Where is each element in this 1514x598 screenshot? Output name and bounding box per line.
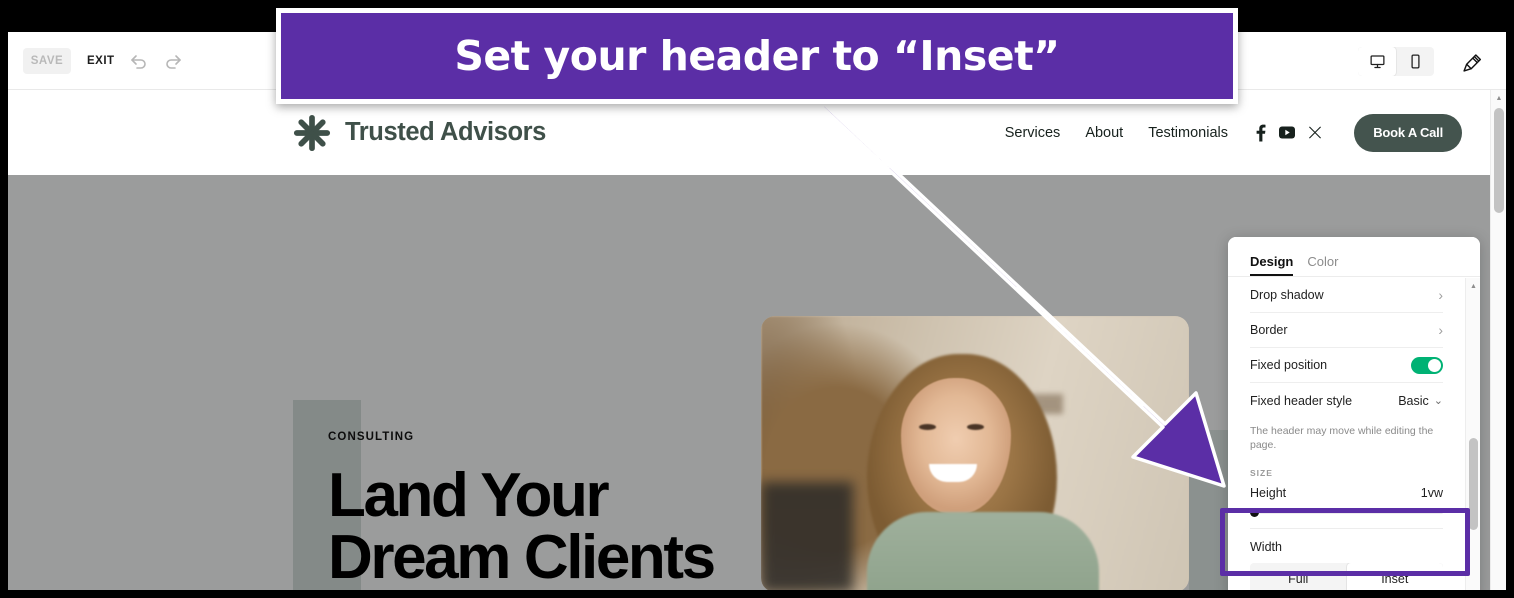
- row-border[interactable]: Border ›: [1250, 313, 1443, 348]
- x-twitter-icon[interactable]: [1308, 126, 1322, 140]
- browser-scroll-up-arrow-icon[interactable]: ▲: [1491, 91, 1506, 106]
- hero-title-line-1: Land Your: [328, 461, 610, 530]
- tab-design[interactable]: Design: [1250, 254, 1294, 276]
- save-button[interactable]: SAVE: [23, 48, 71, 74]
- photo-dark-corner: [761, 482, 853, 590]
- hero-eyebrow: CONSULTING: [328, 431, 415, 443]
- panel-scrollbar-thumb[interactable]: [1469, 438, 1478, 530]
- youtube-icon[interactable]: [1279, 126, 1295, 139]
- helper-note: The header may move while editing the pa…: [1250, 425, 1434, 451]
- width-option-inset[interactable]: Inset: [1346, 563, 1443, 590]
- height-row: Height 1vw: [1250, 486, 1443, 500]
- site-logo[interactable]: Trusted Advisors: [293, 114, 546, 152]
- photo-sweater: [867, 512, 1099, 590]
- site-logo-text: Trusted Advisors: [345, 118, 546, 146]
- panel-content: Drop shadow › Border › Fixed position Fi…: [1228, 278, 1465, 590]
- undo-arrow-icon[interactable]: [124, 46, 154, 76]
- site-navigation: Services About Testimonials: [1005, 125, 1228, 141]
- callout-banner: Set your header to “Inset”: [276, 8, 1238, 104]
- height-value: 1vw: [1420, 486, 1443, 501]
- panel-divider: [1250, 528, 1443, 530]
- scroll-down-arrow-icon[interactable]: ▼: [1466, 585, 1480, 591]
- fixed-header-style-value: Basic: [1398, 393, 1429, 408]
- header-design-panel: Design Color Drop shadow › Border › Fixe…: [1228, 237, 1480, 590]
- width-option-full[interactable]: Full: [1250, 563, 1347, 590]
- social-links: [1255, 124, 1322, 141]
- hero-title-line-2: Dream Clients: [328, 523, 716, 590]
- asterisk-flower-logo-icon: [293, 114, 331, 151]
- facebook-icon[interactable]: [1255, 124, 1266, 141]
- browser-scrollbar-thumb[interactable]: [1494, 108, 1504, 213]
- width-segmented-control[interactable]: Full Inset: [1250, 563, 1443, 590]
- paintbrush-icon[interactable]: [1458, 48, 1486, 76]
- chevron-right-icon: ›: [1438, 322, 1443, 338]
- photo-eye-right: [967, 424, 984, 430]
- tab-color[interactable]: Color: [1307, 254, 1338, 276]
- height-slider[interactable]: [1250, 507, 1443, 517]
- row-label-drop-shadow: Drop shadow: [1250, 288, 1324, 302]
- fixed-header-style-select[interactable]: Basic ⌄: [1398, 394, 1443, 408]
- exit-button[interactable]: EXIT: [81, 48, 121, 74]
- chevron-right-icon: ›: [1438, 287, 1443, 303]
- panel-scrollbar[interactable]: ▲ ▼: [1465, 278, 1480, 590]
- callout-banner-text: Set your header to “Inset”: [454, 32, 1060, 80]
- browser-viewport: SAVE EXIT Trusted Advisors Services Abou…: [8, 32, 1506, 590]
- chevron-down-icon: ⌄: [1433, 395, 1443, 407]
- size-section-label: SIZE: [1250, 468, 1273, 479]
- scroll-up-arrow-icon[interactable]: ▲: [1466, 279, 1480, 293]
- height-label: Height: [1250, 486, 1287, 501]
- hero-title: Land Your Dream Clients: [328, 461, 716, 590]
- browser-scrollbar[interactable]: ▲: [1490, 90, 1506, 590]
- row-drop-shadow[interactable]: Drop shadow ›: [1250, 278, 1443, 313]
- screenshot-frame: SAVE EXIT Trusted Advisors Services Abou…: [0, 0, 1514, 598]
- nav-link-services[interactable]: Services: [1005, 125, 1061, 141]
- nav-link-testimonials[interactable]: Testimonials: [1148, 125, 1228, 141]
- photo-eye-left: [919, 424, 936, 430]
- row-fixed-header-style[interactable]: Fixed header style Basic ⌄: [1250, 383, 1443, 418]
- row-fixed-position[interactable]: Fixed position: [1250, 348, 1443, 383]
- mobile-view-button[interactable]: [1396, 47, 1434, 76]
- row-label-fixed-position: Fixed position: [1250, 358, 1328, 372]
- width-label: Width: [1250, 540, 1282, 555]
- panel-tab-bar: Design Color: [1228, 237, 1480, 277]
- fixed-position-toggle[interactable]: [1411, 356, 1443, 374]
- desktop-view-button[interactable]: [1358, 47, 1396, 76]
- row-label-border: Border: [1250, 323, 1288, 337]
- device-preview-toggle[interactable]: [1358, 47, 1434, 76]
- book-a-call-button[interactable]: Book A Call: [1354, 113, 1462, 152]
- nav-link-about[interactable]: About: [1085, 125, 1123, 141]
- hero-photo: [761, 316, 1189, 590]
- redo-arrow-icon[interactable]: [158, 46, 188, 76]
- row-label-fixed-header-style: Fixed header style: [1250, 393, 1353, 408]
